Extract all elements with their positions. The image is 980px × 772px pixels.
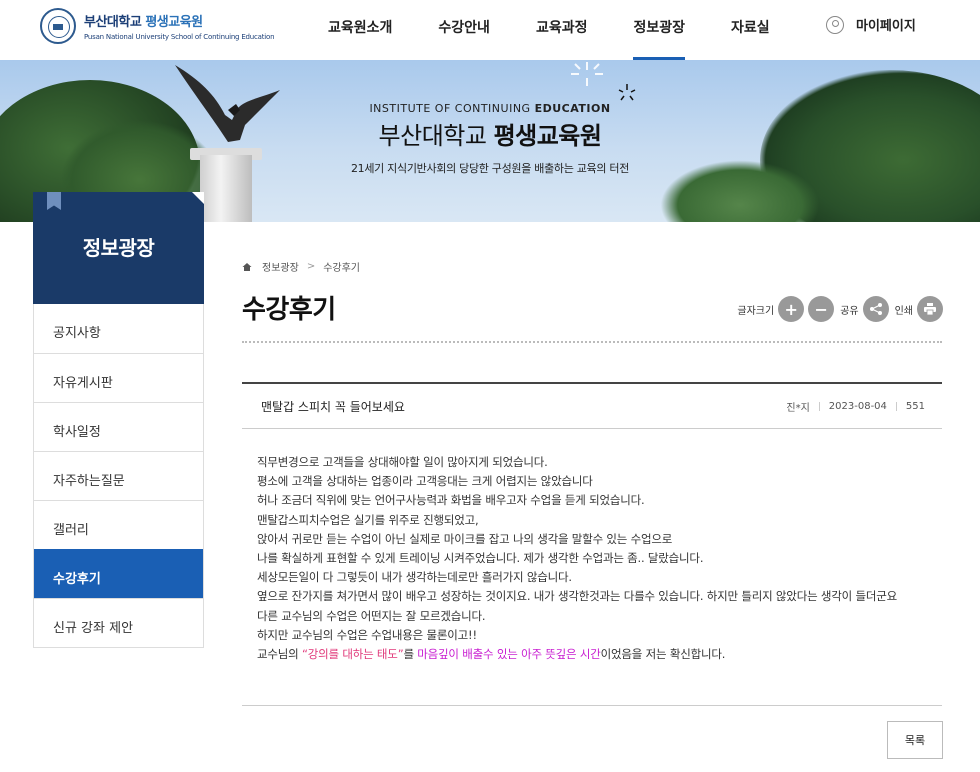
banner-english-title: INSTITUTE OF CONTINUING EDUCATION bbox=[369, 102, 611, 115]
user-icon bbox=[826, 15, 844, 34]
mypage-label: 마이페이지 bbox=[856, 19, 916, 34]
font-increase-button[interactable]: + bbox=[778, 296, 805, 322]
sidebar-item-faq[interactable]: 자주하는질문 bbox=[34, 451, 203, 500]
share-label: 공유 bbox=[840, 305, 859, 317]
page-tools: 글자크기 + − 공유 인쇄 bbox=[737, 296, 943, 322]
nav-item-resources[interactable]: 자료실 bbox=[708, 0, 793, 60]
post-line: 앉아서 귀로만 듣는 수업이 아닌 실제로 마이크를 잡고 나의 생각을 말할수… bbox=[257, 531, 673, 546]
breadcrumb-item-current: 수강후기 bbox=[323, 263, 361, 274]
home-icon[interactable] bbox=[242, 262, 252, 272]
sidebar-header: 정보광장 bbox=[33, 192, 204, 304]
meta-separator bbox=[895, 402, 897, 411]
post-line: 직무변경으로 고객들을 상대해야할 일이 많아지게 되었습니다. bbox=[257, 455, 548, 469]
banner-korean-title: 부산대학교 평생교육원 bbox=[378, 122, 602, 150]
font-decrease-button[interactable]: − bbox=[808, 296, 835, 322]
post-line: 평소에 고객을 상대하는 업종이라 고객응대는 크게 어렵지는 않았습니다 bbox=[257, 474, 593, 489]
list-button[interactable]: 목록 bbox=[887, 721, 943, 759]
post-line-last: 교수님의 “강의를 대하는 태도”를 마음깊이 배출수 있는 아주 뜻깊은 시간… bbox=[257, 647, 726, 662]
font-size-label: 글자크기 bbox=[737, 305, 775, 317]
post-line: 다른 교수님의 수업은 어떤지는 잘 모르겠습니다. bbox=[257, 608, 486, 623]
post-views: 551 bbox=[905, 401, 925, 412]
post-line: 옆으로 잔가지를 쳐가면서 많이 배우고 성장하는 것이지요. 내가 생각한것과… bbox=[257, 589, 898, 604]
post-date: 2023-08-04 bbox=[828, 401, 887, 412]
highlight-text: “강의를 대하는 태도” bbox=[301, 647, 404, 662]
site-logo[interactable]: 부산대학교 평생교육원 Pusan National University Sc… bbox=[40, 8, 275, 44]
sidebar-item-reviews[interactable]: 수강후기 bbox=[34, 549, 203, 598]
sidebar-item-notices[interactable]: 공지사항 bbox=[34, 304, 203, 353]
logo-title: 부산대학교 평생교육원 bbox=[84, 15, 203, 30]
printer-icon bbox=[924, 303, 936, 316]
nav-item-courses[interactable]: 교육과정 bbox=[513, 0, 611, 60]
bookmark-icon bbox=[47, 192, 61, 210]
mypage-link[interactable]: 마이페이지 bbox=[826, 15, 916, 34]
university-seal-icon bbox=[40, 8, 76, 44]
nav-item-intro[interactable]: 교육원소개 bbox=[305, 0, 415, 60]
share-button[interactable] bbox=[862, 296, 889, 322]
print-button[interactable] bbox=[917, 296, 943, 322]
sidebar-item-gallery[interactable]: 갤러리 bbox=[34, 500, 203, 549]
print-label: 인쇄 bbox=[894, 305, 913, 317]
divider bbox=[242, 705, 942, 706]
divider bbox=[242, 341, 942, 343]
main-nav: 교육원소개 수강안내 교육과정 정보광장 자료실 bbox=[305, 0, 793, 60]
breadcrumb-separator: > bbox=[306, 261, 316, 272]
post-line: 허나 조금더 직위에 맞는 언어구사능력과 화법을 배우고자 수업을 듣게 되었… bbox=[257, 493, 645, 508]
site-header: 부산대학교 평생교육원 Pusan National University Sc… bbox=[0, 0, 980, 60]
share-icon bbox=[869, 303, 882, 315]
sidebar-item-free-board[interactable]: 자유게시판 bbox=[34, 353, 203, 402]
sidebar-menu: 공지사항 자유게시판 학사일정 자주하는질문 갤러리 수강후기 신규 강좌 제안 bbox=[33, 304, 204, 648]
post-author: 진*지 bbox=[786, 403, 810, 414]
post-header: 맨탈갑 스피치 꼭 들어보세요 진*지 2023-08-04 551 bbox=[242, 382, 942, 429]
post-meta: 진*지 2023-08-04 551 bbox=[786, 399, 925, 414]
logo-subtitle: Pusan National University School of Cont… bbox=[84, 33, 275, 41]
page-title: 수강후기 bbox=[242, 295, 336, 325]
post-body: 직무변경으로 고객들을 상대해야할 일이 많아지게 되었습니다. 평소에 고객을… bbox=[257, 453, 933, 664]
meta-separator bbox=[818, 402, 820, 411]
sidebar-item-academic-calendar[interactable]: 학사일정 bbox=[34, 402, 203, 451]
post-line: 세상모든일이 다 그렇듯이 내가 생각하는데로만 흘러가지 않습니다. bbox=[257, 570, 572, 585]
banner-subtitle: 21세기 지식기반사회의 당당한 구성원을 배출하는 교육의 터전 bbox=[350, 162, 630, 175]
nav-item-guide[interactable]: 수강안내 bbox=[415, 0, 513, 60]
breadcrumb-item[interactable]: 정보광장 bbox=[262, 259, 299, 274]
sidebar-item-course-proposal[interactable]: 신규 강좌 제안 bbox=[34, 598, 203, 647]
sparkle-icon bbox=[571, 62, 603, 86]
post-title: 맨탈갑 스피치 꼭 들어보세요 bbox=[261, 400, 405, 414]
highlight-text: 마음깊이 배출수 있는 아주 뜻깊은 시간 bbox=[417, 647, 601, 662]
nav-item-info-plaza[interactable]: 정보광장 bbox=[610, 0, 708, 60]
breadcrumb: 정보광장 > 수강후기 bbox=[242, 259, 360, 274]
sidebar-title: 정보광장 bbox=[82, 236, 155, 260]
post-line: 맨탈갑스피치수업은 실기를 위주로 진행되었고, bbox=[257, 512, 479, 527]
post-line: 나를 확실하게 표현할 수 있게 트레이닝 시켜주었습니다. 제가 생각한 수업… bbox=[257, 551, 704, 566]
post-line: 하지만 교수님의 수업은 수업내용은 물론이고!! bbox=[257, 627, 477, 642]
